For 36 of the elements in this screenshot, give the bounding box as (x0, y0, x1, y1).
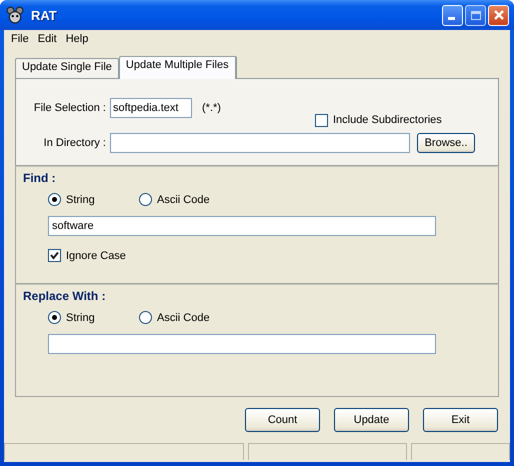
field-label: In Directory : (42, 137, 106, 149)
radio-button[interactable] (139, 311, 152, 324)
section-title: Find : (23, 171, 57, 185)
close-icon (492, 9, 504, 21)
minimize-button[interactable] (442, 4, 463, 26)
field-label: File Selection : (32, 102, 106, 114)
radio-label: Ascii Code (157, 312, 210, 324)
section-title: Replace With : (23, 289, 107, 303)
action-button[interactable]: Count (245, 408, 320, 432)
checkbox[interactable] (48, 249, 61, 262)
checkbox-label: Ignore Case (66, 250, 126, 262)
input-field[interactable] (110, 133, 410, 153)
radio-label: String (66, 194, 95, 206)
action-button[interactable]: Exit (423, 408, 498, 432)
window-title: RAT (31, 8, 57, 22)
menu-item[interactable]: Edit (34, 32, 62, 44)
action-button[interactable]: Update (334, 408, 409, 432)
radio-label: String (66, 312, 95, 324)
input-field[interactable]: software (48, 216, 436, 236)
input-field[interactable] (48, 334, 436, 354)
radio-label: Ascii Code (157, 194, 210, 206)
radio-button[interactable] (48, 193, 61, 206)
checkbox-label: Include Subdirectories (332, 114, 442, 126)
menu-item[interactable]: File (7, 32, 34, 44)
browse-button[interactable]: Browse.. (417, 133, 475, 153)
pattern-hint: (*.*) (202, 102, 221, 114)
tab[interactable]: Update Multiple Files (118, 56, 237, 79)
mouse-icon (6, 6, 24, 24)
menu-item[interactable]: Help (62, 32, 94, 44)
close-button[interactable] (488, 4, 509, 26)
radio-button[interactable] (48, 311, 61, 324)
input-field[interactable]: softpedia.text (110, 98, 192, 118)
checkbox[interactable] (314, 114, 328, 126)
radio-button[interactable] (139, 193, 152, 206)
maximize-button[interactable] (465, 4, 486, 26)
tab[interactable]: Update Single File (15, 58, 119, 78)
